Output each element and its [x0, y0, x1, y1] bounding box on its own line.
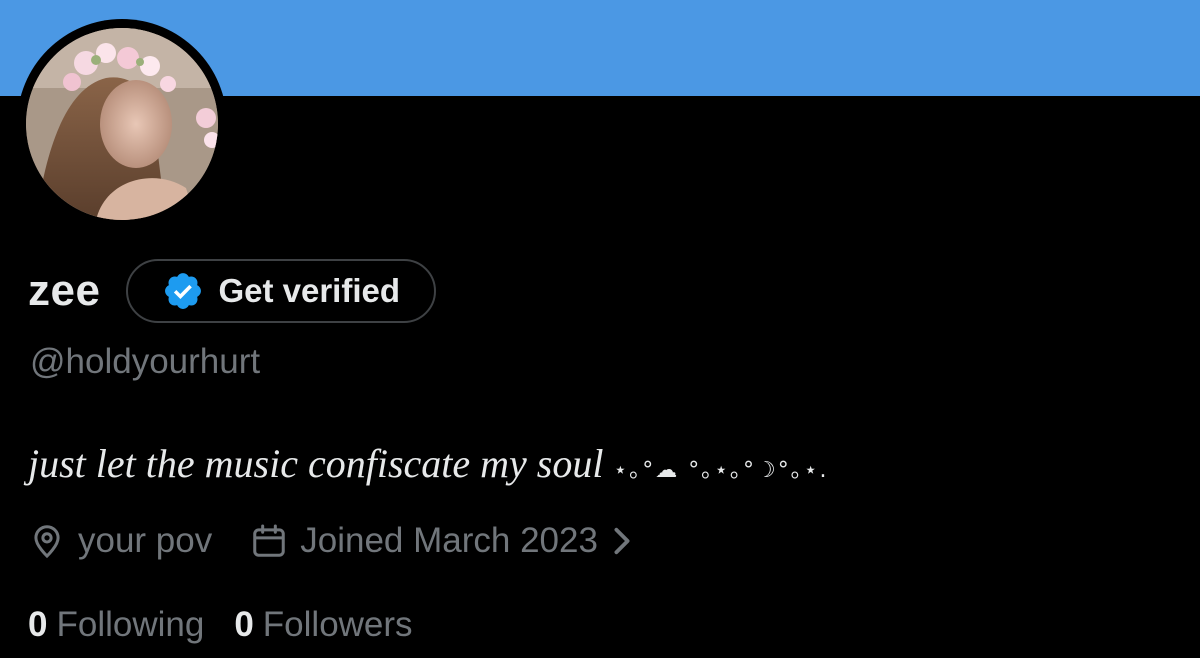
location-item: your pov	[28, 521, 212, 561]
location-pin-icon	[34, 525, 60, 559]
following-link[interactable]: 0 Following	[28, 605, 204, 645]
profile-name-row: zee Get verified	[28, 256, 437, 326]
location-text: your pov	[78, 521, 213, 560]
profile-meta-row: your pov Joined March 2023	[28, 516, 644, 566]
joined-date-link[interactable]: Joined March 2023	[250, 521, 644, 561]
avatar-image	[26, 28, 218, 220]
display-name: zee	[28, 266, 101, 315]
get-verified-label: Get verified	[218, 272, 401, 309]
bio-decoration: ⋆｡°☁︎ °｡⋆｡°☽°｡⋆.	[613, 458, 829, 483]
bio-text: just let the music confiscate my soul	[28, 441, 604, 486]
followers-link[interactable]: 0 Followers	[234, 605, 412, 645]
get-verified-button[interactable]: Get verified	[126, 259, 437, 323]
follow-stats-row: 0 Following 0 Followers	[28, 600, 413, 650]
following-label: Following	[56, 605, 205, 644]
chevron-right-icon	[614, 527, 630, 555]
avatar-border	[17, 19, 227, 229]
followers-count: 0	[234, 605, 254, 644]
followers-label: Followers	[262, 605, 413, 644]
following-count: 0	[28, 605, 48, 644]
joined-text: Joined March 2023	[300, 521, 598, 560]
profile-handle: @holdyourhurt	[30, 342, 261, 381]
verified-badge-icon	[162, 270, 204, 312]
calendar-icon	[253, 524, 286, 557]
avatar[interactable]	[26, 28, 218, 220]
profile-bio: just let the music confiscate my soul ⋆｡…	[28, 440, 828, 487]
